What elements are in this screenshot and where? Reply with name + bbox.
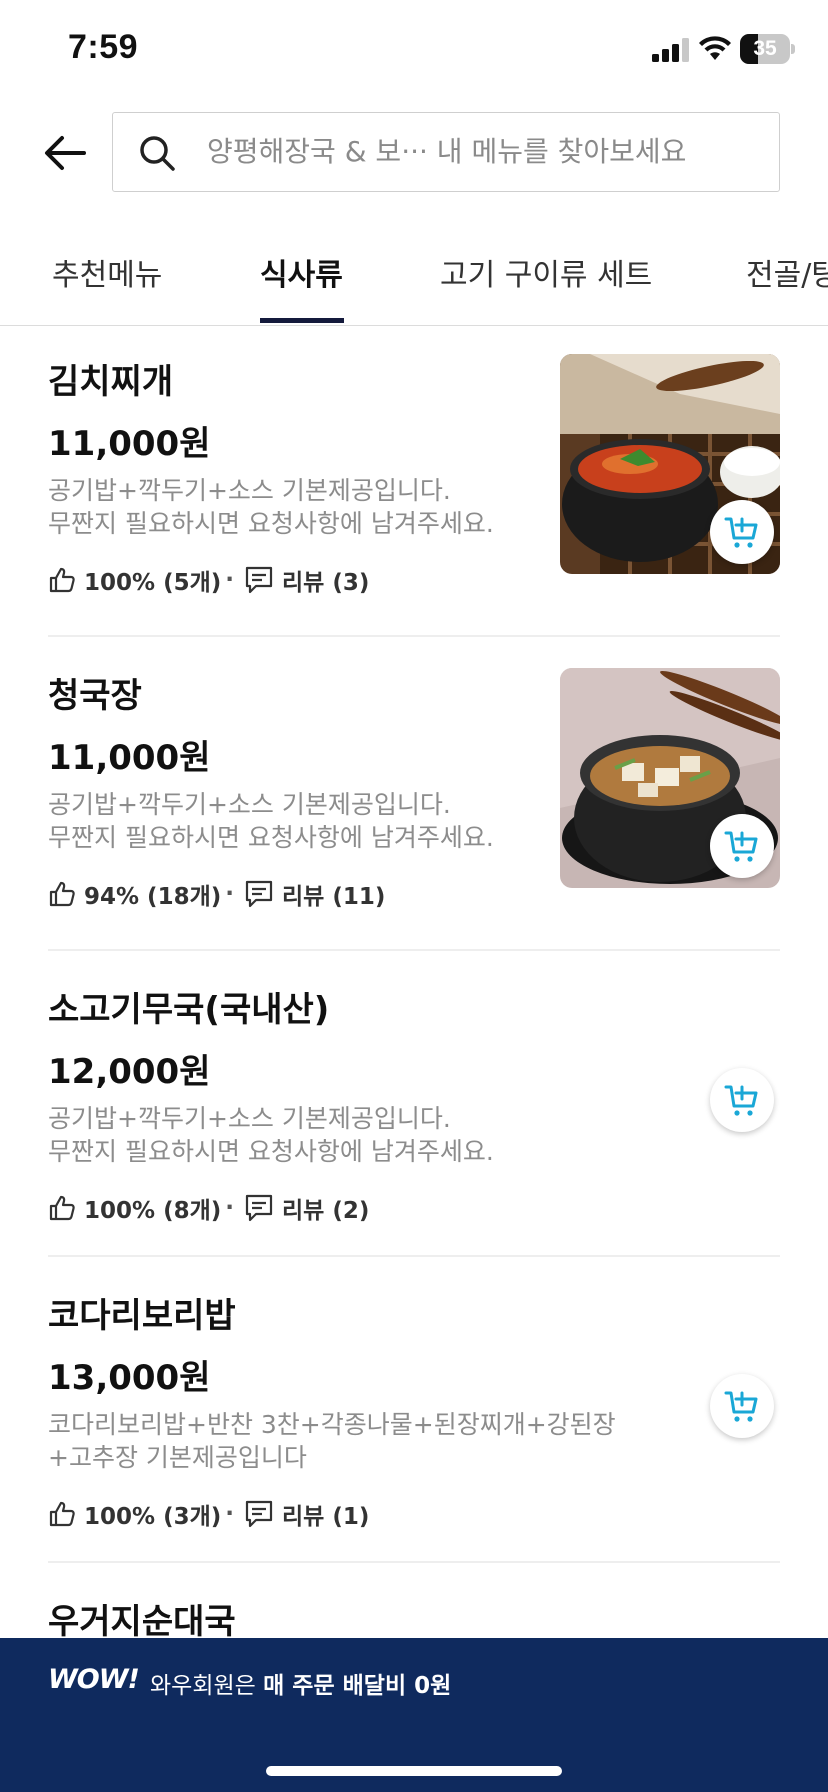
search-placeholder: 양평해장국 & 보··· 내 메뉴를 찾아보세요 xyxy=(207,135,687,168)
menu-search-input[interactable]: 양평해장국 & 보··· 내 메뉴를 찾아보세요 xyxy=(112,112,780,192)
menu-item-description: 공기밥+깍두기+소스 기본제공입니다. xyxy=(48,476,451,505)
menu-item-name: 청국장 xyxy=(48,676,142,716)
menu-item-review-count[interactable]: 리뷰 (1) xyxy=(282,1497,369,1531)
divider xyxy=(48,635,780,637)
separator-dot: · xyxy=(225,567,234,593)
category-tabs: 추천메뉴 식사류 고기 구이류 세트 전골/탕 xyxy=(0,232,828,326)
wow-banner-text: 와우회원은 매 주문 배달비 0원 xyxy=(150,1666,451,1700)
wow-banner-prefix: 와우회원은 xyxy=(150,1673,264,1699)
menu-item-rating: 100% (5개) xyxy=(84,570,222,596)
separator-dot: · xyxy=(225,1501,234,1527)
divider xyxy=(48,1255,780,1257)
menu-item-name: 김치찌개 xyxy=(48,362,174,402)
thumbs-up-icon xyxy=(49,881,75,907)
battery-icon: 35 xyxy=(740,34,796,64)
menu-item-price: 11,000원 xyxy=(48,738,211,778)
cellular-signal-icon xyxy=(652,38,689,62)
status-bar: 7:59 35 xyxy=(0,0,828,100)
menu-item-description: 코다리보리밥+반찬 3찬+각종나물+된장찌개+강된장 xyxy=(48,1410,616,1439)
home-indicator xyxy=(266,1766,562,1776)
menu-item-stats: 94% (18개) · 리뷰 (11) xyxy=(48,877,385,911)
thumbs-up-icon xyxy=(49,567,75,593)
add-cart-icon xyxy=(724,1085,758,1116)
menu-item-name: 코다리보리밥 xyxy=(48,1296,236,1336)
menu-item-description: +고추장 기본제공입니다 xyxy=(48,1443,307,1472)
back-arrow-icon[interactable] xyxy=(40,128,90,178)
add-to-cart-button[interactable] xyxy=(710,500,774,564)
menu-item-description: 공기밥+깍두기+소스 기본제공입니다. xyxy=(48,1104,451,1133)
review-comment-icon xyxy=(245,880,273,908)
battery-level: 35 xyxy=(753,37,777,60)
menu-item-rating: 100% (8개) xyxy=(84,1198,222,1224)
menu-item-description: 무짠지 필요하시면 요청사항에 남겨주세요. xyxy=(48,1137,494,1166)
menu-item-stats: 100% (5개) · 리뷰 (3) xyxy=(48,563,369,597)
menu-item-price: 12,000원 xyxy=(48,1052,211,1092)
thumbs-up-icon xyxy=(49,1501,75,1527)
review-comment-icon xyxy=(245,566,273,594)
menu-item-stats: 100% (3개) · 리뷰 (1) xyxy=(48,1497,369,1531)
menu-item-rating: 94% (18개) xyxy=(84,884,222,910)
menu-item-description: 무짠지 필요하시면 요청사항에 남겨주세요. xyxy=(48,823,494,852)
menu-item-name: 소고기무국(국내산) xyxy=(48,990,330,1030)
add-cart-icon xyxy=(724,517,758,548)
search-icon xyxy=(140,136,175,171)
tab-grilled-meat-sets[interactable]: 고기 구이류 세트 xyxy=(440,250,652,294)
active-tab-indicator xyxy=(260,318,344,323)
menu-item-review-count[interactable]: 리뷰 (11) xyxy=(282,877,385,911)
menu-item-description: 무짠지 필요하시면 요청사항에 남겨주세요. xyxy=(48,509,494,538)
thumbs-up-icon xyxy=(49,1195,75,1221)
separator-dot: · xyxy=(225,881,234,907)
wow-logo: WOW! xyxy=(48,1664,140,1695)
add-to-cart-button[interactable] xyxy=(710,1374,774,1438)
menu-item-price: 11,000원 xyxy=(48,424,211,464)
menu-item-stats: 100% (8개) · 리뷰 (2) xyxy=(48,1191,369,1225)
tab-recommended[interactable]: 추천메뉴 xyxy=(52,250,162,294)
add-cart-icon xyxy=(724,831,758,862)
menu-item-rating: 100% (3개) xyxy=(84,1504,222,1530)
menu-item-review-count[interactable]: 리뷰 (3) xyxy=(282,563,369,597)
tab-meals[interactable]: 식사류 xyxy=(260,250,343,294)
menu-item-review-count[interactable]: 리뷰 (2) xyxy=(282,1191,369,1225)
add-cart-icon xyxy=(724,1391,758,1422)
menu-item-description: 공기밥+깍두기+소스 기본제공입니다. xyxy=(48,790,451,819)
review-comment-icon xyxy=(245,1500,273,1528)
status-time: 7:59 xyxy=(68,28,139,66)
divider xyxy=(48,1561,780,1563)
menu-item-price: 13,000원 xyxy=(48,1358,211,1398)
wifi-icon xyxy=(699,36,731,60)
separator-dot: · xyxy=(225,1195,234,1221)
wow-banner-highlight: 매 주문 배달비 0원 xyxy=(263,1673,452,1699)
add-to-cart-button[interactable] xyxy=(710,1068,774,1132)
add-to-cart-button[interactable] xyxy=(710,814,774,878)
divider xyxy=(48,949,780,951)
tab-hotpot-soup[interactable]: 전골/탕 xyxy=(746,250,828,294)
menu-item-name: 우거지순대국 xyxy=(48,1602,236,1642)
review-comment-icon xyxy=(245,1194,273,1222)
